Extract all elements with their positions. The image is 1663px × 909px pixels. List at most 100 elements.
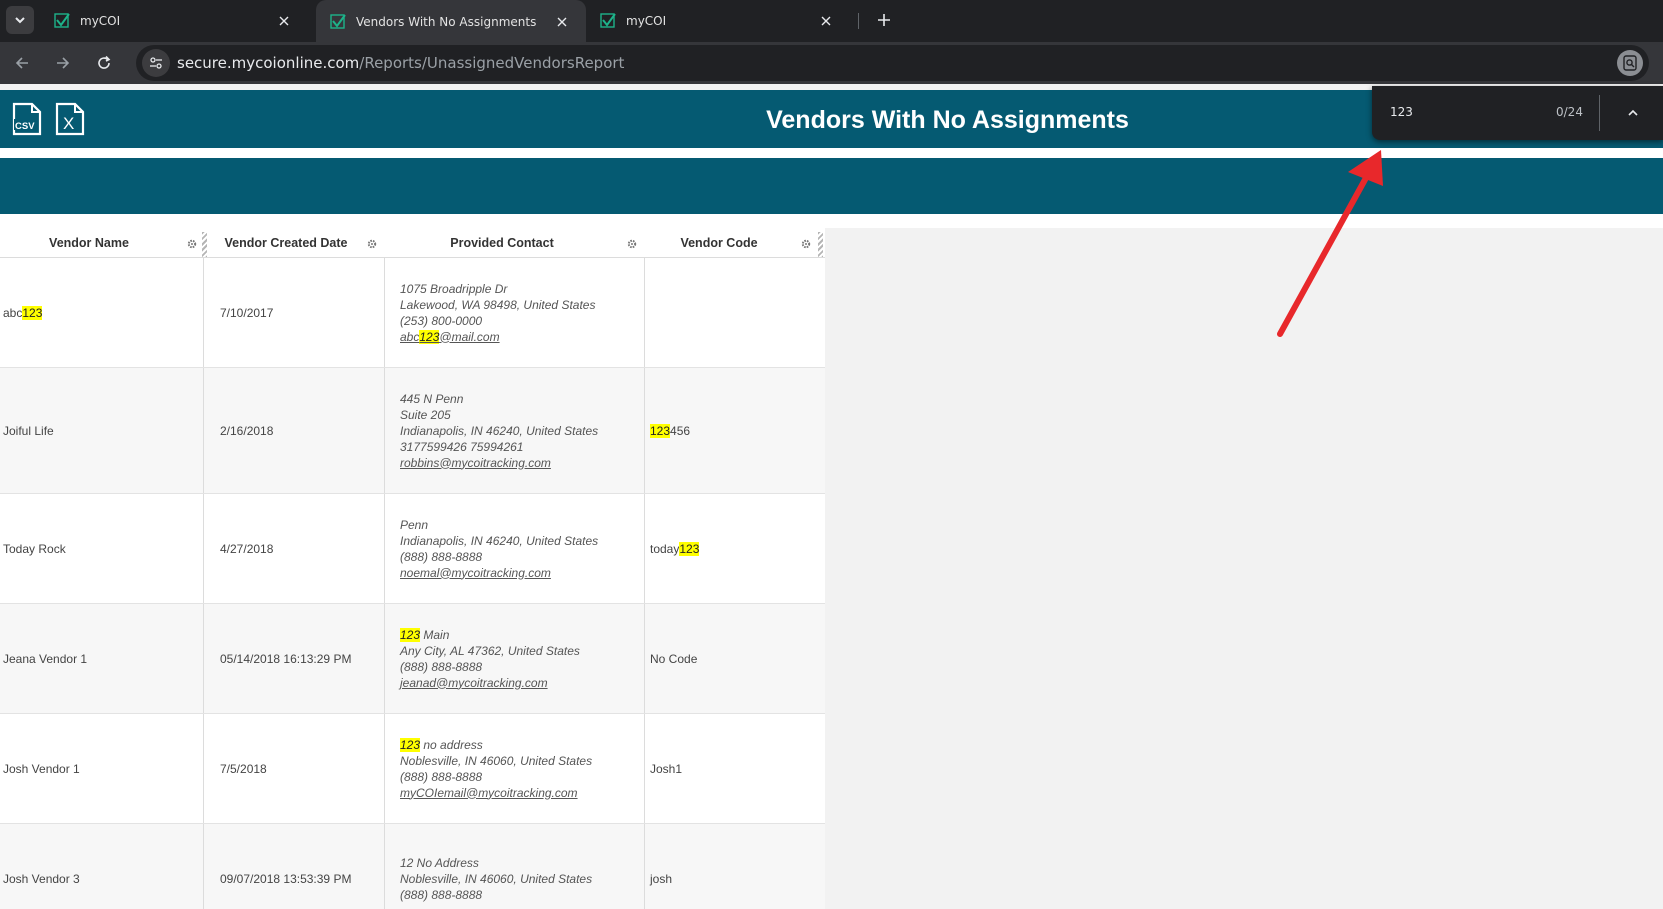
contact-block: 445 N Penn Suite 205 Indianapolis, IN 4624…: [400, 391, 598, 471]
address-bar[interactable]: secure.mycoionline.com/Reports/Unassigne…: [136, 45, 1649, 81]
contact-line: (888) 888-8888: [400, 659, 580, 675]
find-bar: 123 0/24: [1372, 86, 1663, 140]
close-tab-icon[interactable]: [816, 11, 836, 31]
cell-vendor-code: today 123: [645, 494, 825, 603]
contact-email-link[interactable]: myCOIemail@mycoitracking.com: [400, 785, 592, 801]
tab-search-button[interactable]: [6, 6, 34, 34]
text-segment: (888) 888-8888: [400, 769, 483, 784]
find-input[interactable]: 123: [1390, 105, 1413, 119]
contact-email-link[interactable]: noemal@mycoitracking.com: [400, 565, 598, 581]
text-segment: josh: [650, 871, 673, 886]
gear-icon[interactable]: [187, 239, 197, 249]
forward-button[interactable]: [49, 49, 77, 77]
reload-icon: [98, 55, 111, 69]
contact-block: Penn Indianapolis, IN 46240, United State…: [400, 517, 598, 581]
table-row[interactable]: Today Rock 4/27/2018 Penn Indianapolis, IN …: [0, 494, 825, 604]
text-segment: (888) 888-8888: [400, 549, 483, 564]
contact-line: Indianapolis, IN 46240, United States: [400, 533, 598, 549]
tab-title: myCOI: [626, 14, 667, 28]
cell-vendor-name: Joiful Life: [0, 368, 204, 493]
find-match-count: 0/24: [1556, 105, 1583, 119]
tab-strip: myCOI Vendors With No Assignments myCOI: [0, 0, 1663, 44]
text-segment: noemal@mycoitracking.com: [400, 565, 551, 580]
table-row[interactable]: Jeana Vendor 1 05/14/2018 16:13:29 PM 123 …: [0, 604, 825, 714]
cell-created-date: 7/5/2018: [204, 714, 385, 823]
text-segment: myCOIemail@mycoitracking.com: [400, 785, 578, 800]
close-tab-icon[interactable]: [274, 11, 294, 31]
contact-email-link[interactable]: abc123@mail.com: [400, 329, 595, 345]
text-segment: (888) 888-8888: [400, 887, 483, 902]
text-segment: Suite 205: [400, 407, 451, 422]
text-segment: Josh Vendor 3: [3, 871, 80, 886]
cell-created-date: 4/27/2018: [204, 494, 385, 603]
gear-icon[interactable]: [627, 239, 637, 249]
band-divider: [0, 214, 1663, 228]
column-resizer[interactable]: [818, 232, 823, 257]
contact-line: (888) 888-8888: [400, 549, 598, 565]
cell-vendor-name: abc 123: [0, 258, 204, 367]
cell-vendor-name: Jeana Vendor 1: [0, 604, 204, 713]
text-segment: Any City, AL 47362, United States: [400, 643, 580, 658]
tab-mycoi-1[interactable]: myCOI: [40, 0, 308, 42]
contact-line: 445 N Penn: [400, 391, 598, 407]
text-segment: Joiful Life: [3, 423, 54, 438]
contact-block: 12 No Address Noblesville, IN 46060, Unit…: [400, 855, 592, 903]
cell-provided-contact: 12 No Address Noblesville, IN 46060, Unit…: [385, 824, 645, 909]
contact-line: Indianapolis, IN 46240, United States: [400, 423, 598, 439]
search-highlight: 123: [650, 423, 671, 438]
table-row[interactable]: Josh Vendor 3 09/07/2018 13:53:39 PM 12 No…: [0, 824, 825, 909]
cell-created-date: 09/07/2018 13:53:39 PM: [204, 824, 385, 909]
created-date: 7/5/2018: [220, 761, 267, 776]
text-segment: Indianapolis, IN 46240, United States: [400, 533, 599, 548]
search-highlight: 123: [400, 737, 421, 752]
cell-provided-contact: 123 Main Any City, AL 47362, United State…: [385, 604, 645, 713]
created-date: 4/27/2018: [220, 541, 274, 556]
cell-vendor-code: josh: [645, 824, 825, 909]
table-row[interactable]: Josh Vendor 1 7/5/2018 123 no address Noble…: [0, 714, 825, 824]
column-header-vendor-code[interactable]: Vendor Code: [645, 228, 793, 258]
text-segment: No Code: [650, 651, 698, 666]
plus-icon: [878, 14, 890, 26]
column-label: Vendor Name: [49, 236, 129, 250]
text-segment: Penn: [400, 517, 429, 532]
text-segment: @mail.com: [439, 329, 500, 344]
find-previous-button[interactable]: [1621, 101, 1645, 125]
close-tab-icon[interactable]: [552, 12, 572, 32]
find-divider: [1599, 95, 1600, 131]
column-header-vendor-name[interactable]: Vendor Name: [0, 228, 178, 258]
gear-icon[interactable]: [367, 239, 377, 249]
filter-band: [0, 158, 1663, 214]
text-segment: Indianapolis, IN 46240, United States: [400, 423, 599, 438]
reload-button[interactable]: [90, 49, 118, 77]
mycoi-check-icon: [54, 13, 70, 28]
tab-separator: [858, 13, 859, 29]
contact-line: (888) 888-8888: [400, 887, 592, 903]
contact-line: 123 Main: [400, 627, 580, 643]
tab-mycoi-2[interactable]: myCOI: [586, 0, 850, 42]
cell-created-date: 7/10/2017: [204, 258, 385, 367]
contact-email-link[interactable]: robbins@mycoitracking.com: [400, 455, 598, 471]
text-segment: no address: [420, 737, 483, 752]
tab-vendors-no-assignments[interactable]: Vendors With No Assignments: [316, 0, 586, 44]
lens-search-button[interactable]: [1617, 50, 1643, 76]
contact-line: 3177599426 75994261: [400, 439, 598, 455]
cell-provided-contact: Penn Indianapolis, IN 46240, United State…: [385, 494, 645, 603]
table-row[interactable]: abc 123 7/10/2017 1075 Broadripple Dr Lakewo…: [0, 258, 825, 368]
contact-email-link[interactable]: jeanad@mycoitracking.com: [400, 675, 580, 691]
text-segment: robbins@mycoitracking.com: [400, 455, 551, 470]
table-row[interactable]: Joiful Life 2/16/2018 445 N Penn Suite 205 I…: [0, 368, 825, 494]
new-tab-button[interactable]: [868, 4, 900, 36]
cell-vendor-name: Today Rock: [0, 494, 204, 603]
text-segment: (253) 800-0000: [400, 313, 483, 328]
created-date: 05/14/2018 16:13:29 PM: [220, 651, 352, 666]
back-button[interactable]: [8, 49, 36, 77]
gear-icon[interactable]: [801, 239, 811, 249]
page-search-icon: [1623, 55, 1637, 71]
chevron-down-icon: [15, 17, 25, 24]
site-info-button[interactable]: [142, 49, 170, 77]
column-header-created-date[interactable]: Vendor Created Date: [207, 228, 365, 258]
search-highlight: 123: [22, 305, 43, 320]
text-segment: today: [650, 541, 680, 556]
column-header-provided-contact[interactable]: Provided Contact: [385, 228, 619, 258]
grid-header: Vendor Name Vendor Created Date Provided…: [0, 228, 825, 258]
